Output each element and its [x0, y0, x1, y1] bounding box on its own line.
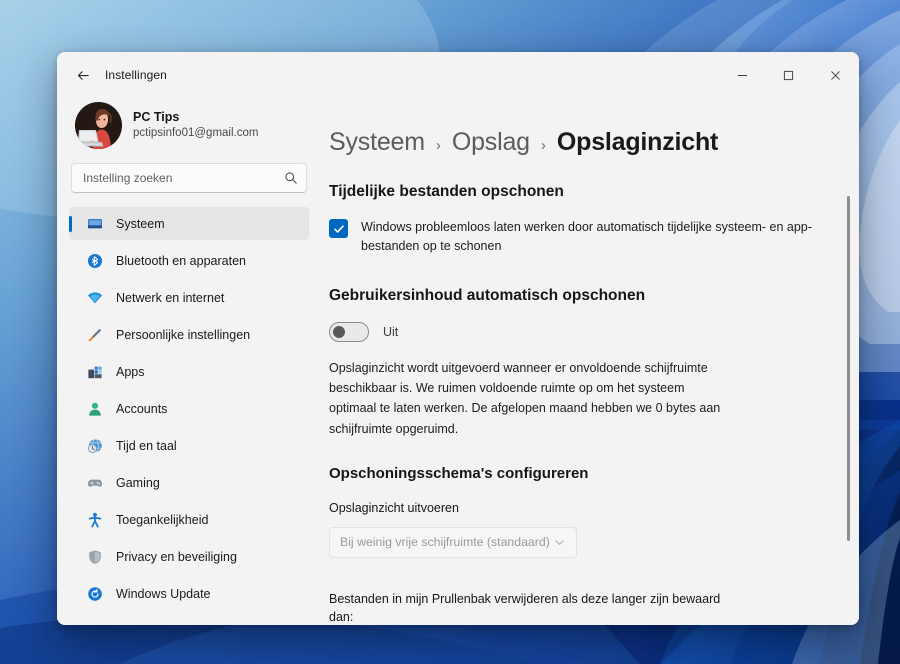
chevron-right-icon: ›	[435, 137, 441, 154]
content-pane: Systeem › Opslag › Opslaginzicht Tijdeli…	[319, 98, 859, 625]
minimize-icon	[737, 74, 747, 76]
breadcrumb-parent[interactable]: Opslag	[452, 128, 530, 157]
auto-cleanup-description: Opslaginzicht wordt uitgevoerd wanneer e…	[329, 360, 721, 436]
update-icon	[86, 585, 103, 602]
sidebar-item-label: Gaming	[116, 475, 160, 490]
maximize-button[interactable]	[765, 52, 811, 98]
sidebar-item-label: Privacy en beveiliging	[116, 549, 237, 564]
monitor-icon	[86, 215, 103, 232]
temp-files-checkbox-row[interactable]: Windows probleemloos laten werken door a…	[329, 218, 829, 257]
run-storage-sense-dropdown[interactable]: Bij weinig vrije schijfruimte (standaard…	[329, 526, 577, 558]
sidebar-item-label: Netwerk en internet	[116, 290, 225, 305]
close-icon	[830, 70, 840, 80]
sidebar-item-label: Persoonlijke instellingen	[116, 327, 251, 342]
back-arrow-icon	[77, 70, 89, 80]
chevron-right-icon: ›	[540, 137, 546, 154]
shield-icon	[86, 548, 103, 565]
sidebar-item-netwerk-en-internet[interactable]: Netwerk en internet	[69, 281, 309, 314]
sidebar-item-label: Apps	[116, 364, 145, 379]
sidebar-item-bluetooth-en-apparaten[interactable]: Bluetooth en apparaten	[69, 244, 309, 277]
avatar-illustration-icon	[75, 102, 122, 149]
run-storage-sense-value: Bij weinig vrije schijfruimte (standaard…	[340, 535, 550, 549]
sidebar-item-tijd-en-taal[interactable]: Tijd en taal	[69, 429, 309, 462]
sidebar: PC Tips pctipsinfo01@gmail.com Instellin…	[57, 98, 319, 625]
account-name: PC Tips	[133, 110, 180, 125]
maximize-icon	[783, 70, 793, 80]
clock-globe-icon	[86, 437, 103, 454]
content-scrollbar[interactable]	[847, 196, 850, 541]
apps-icon	[86, 363, 103, 380]
sidebar-item-label: Accounts	[116, 401, 168, 416]
sidebar-item-label: Bluetooth en apparaten	[116, 253, 246, 268]
desktop-wallpaper: Instellingen PC Tips pctipsinfo01@gmail.…	[0, 0, 900, 664]
brush-icon	[86, 326, 103, 343]
sidebar-item-accounts[interactable]: Accounts	[69, 392, 309, 425]
checkmark-icon	[333, 224, 344, 233]
search-input[interactable]	[83, 171, 284, 185]
back-button[interactable]	[67, 59, 99, 91]
account-card[interactable]: PC Tips pctipsinfo01@gmail.com	[69, 98, 309, 163]
sidebar-item-label: Tijd en taal	[116, 438, 177, 453]
temp-files-checkbox-label: Windows probleemloos laten werken door a…	[361, 220, 812, 254]
auto-cleanup-toggle-state: Uit	[383, 324, 399, 339]
sidebar-item-gaming[interactable]: Gaming	[69, 466, 309, 499]
sidebar-item-label: Systeem	[116, 216, 165, 231]
window-titlebar: Instellingen	[57, 52, 859, 98]
sidebar-nav: Systeem Bluetooth en apparaten Netwerk e…	[69, 207, 309, 625]
auto-cleanup-toggle[interactable]	[329, 321, 369, 342]
chevron-down-icon	[554, 537, 565, 548]
sidebar-item-apps[interactable]: Apps	[69, 355, 309, 388]
section-heading-temp-files: Tijdelijke bestanden opschonen	[329, 183, 564, 200]
temp-files-checkbox[interactable]	[329, 219, 348, 238]
accessibility-icon	[86, 511, 103, 528]
toggle-knob	[333, 325, 345, 338]
gamepad-icon	[86, 474, 103, 491]
minimize-button[interactable]	[719, 52, 765, 98]
account-email: pctipsinfo01@gmail.com	[133, 127, 259, 140]
recycle-bin-label: Bestanden in mijn Prullenbak verwijderen…	[329, 591, 721, 625]
section-heading-auto-cleanup: Gebruikersinhoud automatisch opschonen	[329, 286, 646, 304]
search-box[interactable]	[71, 163, 307, 193]
avatar	[75, 102, 122, 149]
sidebar-item-privacy-en-beveiliging[interactable]: Privacy en beveiliging	[69, 540, 309, 573]
search-icon	[284, 171, 298, 185]
breadcrumb-root[interactable]: Systeem	[329, 128, 425, 157]
sidebar-item-label: Toegankelijkheid	[116, 512, 209, 527]
breadcrumb-current: Opslaginzicht	[556, 128, 719, 156]
wifi-icon	[86, 289, 103, 306]
bluetooth-icon	[86, 252, 103, 269]
close-button[interactable]	[811, 52, 859, 98]
app-title: Instellingen	[105, 68, 167, 82]
sidebar-item-systeem[interactable]: Systeem	[69, 207, 309, 240]
run-storage-sense-label: Opslaginzicht uitvoeren	[329, 500, 459, 515]
auto-cleanup-toggle-row[interactable]: Uit	[329, 321, 829, 342]
person-icon	[86, 400, 103, 417]
settings-window: Instellingen PC Tips pctipsinfo01@gmail.…	[57, 52, 859, 625]
sidebar-item-label: Windows Update	[116, 586, 211, 601]
sidebar-item-persoonlijke-instellingen[interactable]: Persoonlijke instellingen	[69, 318, 309, 351]
sidebar-item-windows-update[interactable]: Windows Update	[69, 577, 309, 610]
section-heading-schedules: Opschoningsschema's configureren	[329, 464, 589, 482]
sidebar-item-toegankelijkheid[interactable]: Toegankelijkheid	[69, 503, 309, 536]
breadcrumb: Systeem › Opslag › Opslaginzicht	[329, 100, 829, 157]
window-controls	[719, 52, 859, 98]
